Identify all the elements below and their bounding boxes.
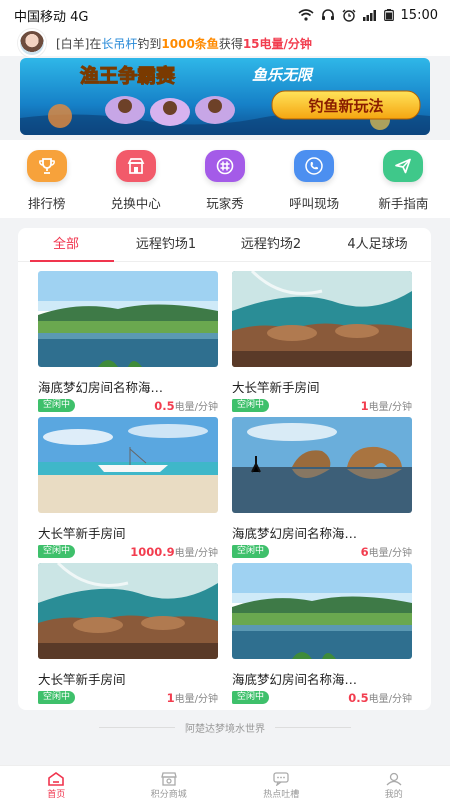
room-name: 大长竿新手房间 [38,526,126,539]
status-badge: 空闲中 [38,545,76,558]
status-badge: 空闲中 [232,545,270,558]
trophy-icon [26,150,67,182]
room-card[interactable]: 海底梦幻房间名称海… 空闲中 0.5电量/分钟 [38,271,218,413]
footer-text: 阿楚达梦境水世界 [185,723,265,735]
ticker-text-1: [白羊]在 [56,36,102,51]
tabbar-label: 首页 [47,790,66,800]
room-price: 0.5电量/分钟 [348,691,412,705]
carrier-label: 中国移动 4G [14,9,89,25]
alarm-icon [342,9,356,22]
catch-ticker[interactable]: [白羊]在 长吊杆 钓到 1000条鱼 获得 15电量/分钟 [0,29,450,57]
tab-remote-2[interactable]: 远程钓场2 [218,228,324,261]
tabbar-label: 我的 [384,790,403,800]
room-price: 1电量/分钟 [360,399,412,413]
ticker-text-3: 获得 [218,36,243,51]
tabbar-hot-talk[interactable]: 热点吐槽 [246,766,316,800]
room-price: 1000.9电量/分钟 [130,545,218,559]
tab-all[interactable]: 全部 [18,228,114,262]
store-icon [160,772,177,786]
promo-banner[interactable]: 渔王争霸赛 鱼乐无限 钓鱼新玩法 [20,58,430,135]
user-icon [386,772,402,786]
nav-guide[interactable]: 新手指南 [363,140,443,218]
bottom-tab-bar: 首页 积分商城 热点吐槽 我的 [0,765,450,800]
nav-label: 玩家秀 [206,196,244,211]
send-icon [383,150,424,182]
ticker-text-2: 钓到 [137,36,162,51]
room-name: 海底梦幻房间名称海… [232,672,358,685]
clock: 15:00 [400,7,438,23]
nav-ranking[interactable]: 排行榜 [7,140,87,218]
nav-label: 兑换中心 [110,196,161,211]
status-badge: 空闲中 [38,691,76,704]
divider [275,726,351,728]
footer-tagline: 阿楚达梦境水世界 [0,720,450,735]
headphones-icon [321,9,334,20]
tabbar-label: 积分商城 [150,790,187,800]
venue-tabs: 全部 远程钓场1 远程钓场2 4人足球场 [18,228,431,262]
room-thumbnail [232,563,412,659]
ticker-rod: 长吊杆 [101,36,138,51]
status-badge: 空闲中 [232,691,270,704]
room-card[interactable]: 海底梦幻房间名称海… 空闲中 0.5电量/分钟 [232,563,412,705]
home-icon [48,772,65,786]
rooms-card: 全部 远程钓场1 远程钓场2 4人足球场 海底梦幻房间名称海… 空闲中 0.5电… [18,228,431,710]
tabbar-store[interactable]: 积分商城 [134,766,204,800]
status-icons: 15:00 [298,8,438,23]
tab-football[interactable]: 4人足球场 [324,228,431,261]
banner-slogan: 鱼乐无限 [252,66,314,84]
hashtag-icon [204,150,245,182]
room-card[interactable]: 大长竿新手房间 空闲中 1电量/分钟 [232,271,412,413]
room-name: 海底梦幻房间名称海… [38,380,164,393]
signal-icon [362,9,376,21]
tabbar-mine[interactable]: 我的 [359,766,429,800]
quick-nav: 排行榜 兑换中心 玩家秀 呼叫现场 新手指南 [0,140,450,218]
room-price: 6电量/分钟 [360,545,412,559]
ticker-reward: 15电量/分钟 [242,36,312,51]
room-price: 0.5电量/分钟 [154,399,218,413]
room-thumbnail [38,271,218,367]
room-name: 海底梦幻房间名称海… [232,526,358,539]
nav-player-show[interactable]: 玩家秀 [185,140,265,218]
chat-icon [273,772,289,786]
status-bar: 中国移动 4G 15:00 [0,0,450,30]
tab-remote-1[interactable]: 远程钓场1 [114,228,218,261]
nav-exchange[interactable]: 兑换中心 [96,140,176,218]
tabbar-home[interactable]: 首页 [21,766,91,800]
room-thumbnail [232,271,412,367]
room-thumbnail [38,563,218,659]
banner-title: 渔王争霸赛 [80,64,176,87]
phone-icon [294,150,335,182]
nav-label: 排行榜 [27,196,66,211]
banner-button[interactable]: 钓鱼新玩法 [308,97,383,115]
wifi-icon [298,9,314,21]
room-thumbnail [38,417,218,513]
tabbar-label: 热点吐槽 [263,790,300,800]
nav-call-site[interactable]: 呼叫现场 [274,140,354,218]
room-card[interactable]: 海底梦幻房间名称海… 空闲中 6电量/分钟 [232,417,412,559]
avatar [18,29,46,57]
room-name: 大长竿新手房间 [38,672,126,685]
divider [99,726,175,728]
room-thumbnail [232,417,412,513]
room-name: 大长竿新手房间 [232,380,320,393]
room-card[interactable]: 大长竿新手房间 空闲中 1电量/分钟 [38,563,218,705]
nav-label: 呼叫现场 [289,196,340,211]
nav-label: 新手指南 [378,196,429,211]
shop-icon [115,150,156,182]
room-card[interactable]: 大长竿新手房间 空闲中 1000.9电量/分钟 [38,417,218,559]
status-badge: 空闲中 [232,399,270,412]
status-badge: 空闲中 [38,399,76,412]
ticker-fish: 1000条鱼 [161,36,219,51]
battery-icon [383,9,394,21]
room-price: 1电量/分钟 [166,691,218,705]
